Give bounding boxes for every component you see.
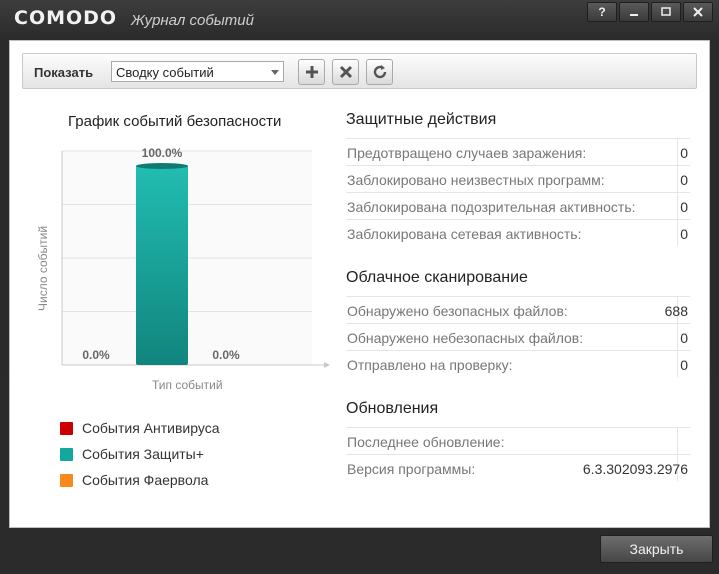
minimize-button[interactable]: [619, 2, 649, 22]
legend-item: События Фаервола: [60, 467, 220, 493]
content-panel: Показать Сводку событий График событий б…: [9, 40, 710, 528]
stat-row: Версия программы: 6.3.302093.2976: [346, 454, 690, 481]
stat-label: Отправлено на проверку:: [347, 357, 513, 373]
stat-label: Обнаружено безопасных файлов:: [347, 303, 568, 319]
protective-actions-section: Защитные действия Предотвращено случаев …: [346, 111, 690, 246]
updates-section: Обновления Последнее обновление: Версия п…: [346, 400, 690, 481]
stat-value: 0: [680, 357, 688, 373]
event-log-window: COMODO Журнал событий ? Показать Сводку …: [0, 0, 719, 574]
chevron-down-icon: [271, 70, 279, 75]
show-label: Показать: [34, 65, 94, 80]
row-divider: [677, 428, 678, 454]
legend-swatch: [60, 447, 73, 461]
stat-row: Заблокирована подозрительная активность:…: [346, 192, 690, 219]
refresh-button[interactable]: [366, 59, 393, 85]
row-divider: [677, 139, 678, 165]
window-title: Журнал событий: [131, 12, 254, 29]
stat-row: Заблокирована сетевая активность: 0: [346, 219, 690, 246]
stat-value: 0: [680, 145, 688, 161]
stat-row: Предотвращено случаев заражения: 0: [346, 138, 690, 165]
view-select-value: Сводку событий: [116, 65, 214, 80]
close-window-button[interactable]: [683, 2, 713, 22]
close-button[interactable]: Закрыть: [600, 535, 713, 563]
title-bar[interactable]: COMODO Журнал событий ?: [0, 0, 719, 36]
legend-swatch: [60, 473, 73, 487]
stat-row: Последнее обновление:: [346, 427, 690, 454]
help-button[interactable]: ?: [587, 2, 617, 22]
bar: [136, 165, 188, 365]
legend-label: События Фаервола: [82, 472, 209, 488]
row-divider: [677, 166, 678, 192]
stat-row: Обнаружено небезопасных файлов: 0: [346, 323, 690, 350]
stat-label: Заблокирована сетевая активность:: [347, 226, 582, 242]
legend-item: События Антивируса: [60, 415, 220, 441]
cloud-scan-section: Облачное сканирование Обнаружено безопас…: [346, 269, 690, 377]
stat-value: 0: [680, 330, 688, 346]
stat-value: 0: [680, 226, 688, 242]
bar-value-label: 100.0%: [142, 146, 183, 160]
legend-swatch: [60, 421, 73, 435]
stat-label: Предотвращено случаев заражения:: [347, 145, 587, 161]
stat-label: Заблокирована подозрительная активность:: [347, 199, 636, 215]
comodo-logo: COMODO: [14, 7, 118, 29]
maximize-icon: [661, 7, 671, 16]
bar-value-label: 0.0%: [82, 348, 110, 362]
section-title: Обновления: [346, 400, 439, 417]
stat-value: 688: [664, 303, 688, 319]
delete-button[interactable]: [332, 59, 359, 85]
section-title: Облачное сканирование: [346, 269, 528, 286]
stat-row: Обнаружено безопасных файлов: 688: [346, 296, 690, 323]
chart-x-axis-label: Тип событий: [152, 378, 223, 392]
row-divider: [677, 193, 678, 219]
bar-value-label: 0.0%: [212, 348, 240, 362]
section-title: Защитные действия: [346, 111, 497, 128]
row-divider: [677, 351, 678, 377]
window-controls: ?: [585, 2, 713, 22]
stat-label: Версия программы:: [347, 461, 476, 477]
stat-value: 0: [680, 172, 688, 188]
stat-label: Обнаружено небезопасных файлов:: [347, 330, 584, 346]
security-events-chart: 0.0% 100.0% 0.0%: [61, 146, 330, 368]
stat-value: 6.3.302093.2976: [582, 461, 688, 477]
row-divider: [677, 324, 678, 350]
add-button[interactable]: [298, 59, 325, 85]
close-icon: [693, 7, 703, 17]
chart-title: График событий безопасности: [68, 113, 282, 130]
stat-row: Заблокировано неизвестных программ: 0: [346, 165, 690, 192]
stat-label: Последнее обновление:: [347, 434, 505, 450]
row-divider: [677, 220, 678, 246]
delete-icon: [339, 65, 352, 79]
stat-value: 0: [680, 199, 688, 215]
maximize-button[interactable]: [651, 2, 681, 22]
view-select[interactable]: Сводку событий: [111, 61, 284, 82]
refresh-icon: [373, 65, 386, 79]
legend-item: События Защиты+: [60, 441, 220, 467]
bar-top: [136, 163, 188, 169]
minimize-icon: [630, 14, 638, 16]
toolbar: Показать Сводку событий: [22, 53, 697, 89]
legend-label: События Защиты+: [82, 446, 204, 462]
legend-label: События Антивируса: [82, 420, 220, 436]
x-axis-arrow: [324, 362, 330, 368]
chart-legend: События Антивируса События Защиты+ События…: [60, 415, 220, 493]
add-icon: [305, 66, 318, 78]
stat-row: Отправлено на проверку: 0: [346, 350, 690, 377]
stat-label: Заблокировано неизвестных программ:: [347, 172, 605, 188]
